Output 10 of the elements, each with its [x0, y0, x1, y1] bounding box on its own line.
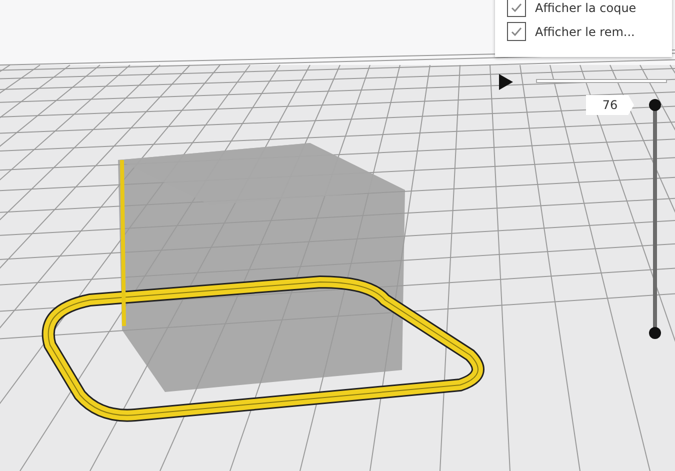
option-label: Afficher la coque [535, 0, 636, 14]
play-icon[interactable] [499, 74, 513, 90]
checkbox[interactable] [507, 0, 526, 17]
option-label: Afficher le rem... [535, 24, 635, 38]
checkbox[interactable] [507, 22, 526, 41]
layer-value: 76 [586, 95, 634, 115]
checkmark-icon [511, 3, 522, 12]
slider-track[interactable] [536, 79, 667, 83]
checkmark-icon [511, 27, 522, 36]
layer-slider[interactable] [649, 99, 661, 339]
